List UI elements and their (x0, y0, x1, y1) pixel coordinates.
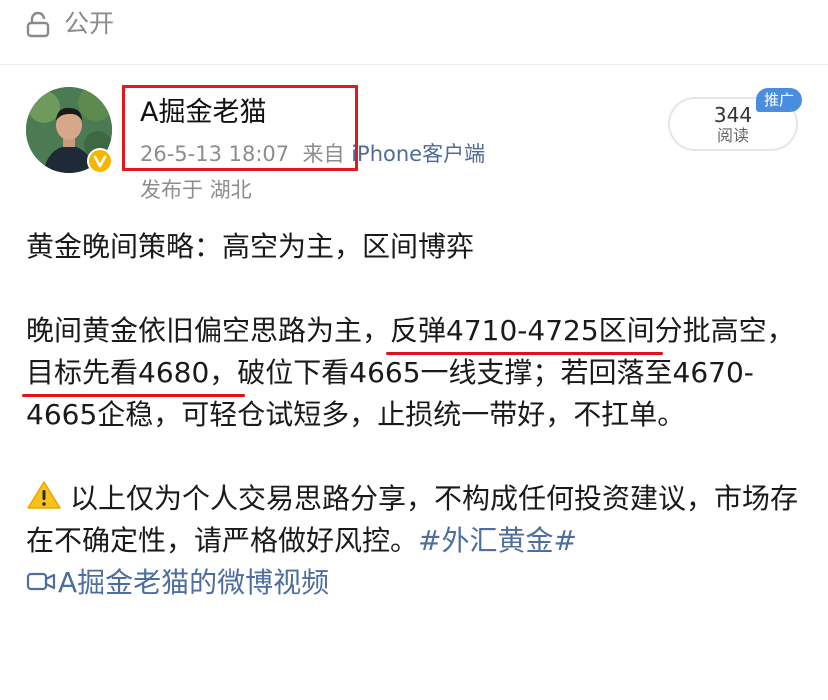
underlined-target: 目标先看4680， (26, 356, 238, 389)
disclaimer-text: 以上仅为个人交易思路分享，不构成任何投资建议，市场存在不确定性，请严格做好风控。 (26, 482, 799, 557)
warning-icon (27, 481, 61, 509)
divider (0, 64, 828, 65)
verified-badge-icon (87, 148, 113, 174)
post-location: 发布于 湖北 (140, 178, 252, 202)
source-prefix: 来自 (302, 142, 345, 166)
view-count-label: 阅读 (716, 126, 749, 145)
body-segment: 晚间黄金依旧偏空思路为主， (26, 314, 391, 347)
post-content: 黄金晚间策略：高空为主，区间博弈 晚间黄金依旧偏空思路为主，反弹4710-472… (26, 226, 806, 604)
visibility-label: 公开 (64, 9, 115, 38)
video-link[interactable]: A掘金老猫的微博视频 (26, 562, 806, 604)
visibility-bar: 公开 (0, 0, 828, 48)
video-link-label[interactable]: A掘金老猫的微博视频 (58, 566, 329, 599)
post-title-line: 黄金晚间策略：高空为主，区间博弈 (26, 230, 475, 263)
promo-badge[interactable]: 推广 (756, 88, 803, 112)
post-timestamp: 26-5-13 18:07 (140, 142, 290, 166)
post-source[interactable]: iPhone客户端 (351, 142, 485, 166)
underlined-range: 反弹4710-4725区间 (390, 314, 655, 347)
topic-link[interactable]: #外汇黄金# (418, 524, 577, 557)
post-body: 晚间黄金依旧偏空思路为主，反弹4710-4725区间分批高空， 目标先看4680，… (26, 310, 806, 436)
video-camera-icon (26, 572, 56, 591)
author-name[interactable]: A掘金老猫 (140, 96, 266, 130)
disclaimer: 以上仅为个人交易思路分享，不构成任何投资建议，市场存在不确定性，请严格做好风控。… (26, 478, 806, 562)
body-segment: 分批高空， (654, 314, 795, 347)
post-meta: 26-5-13 18:07 来自 iPhone客户端 (140, 140, 485, 168)
lock-icon (26, 11, 50, 38)
